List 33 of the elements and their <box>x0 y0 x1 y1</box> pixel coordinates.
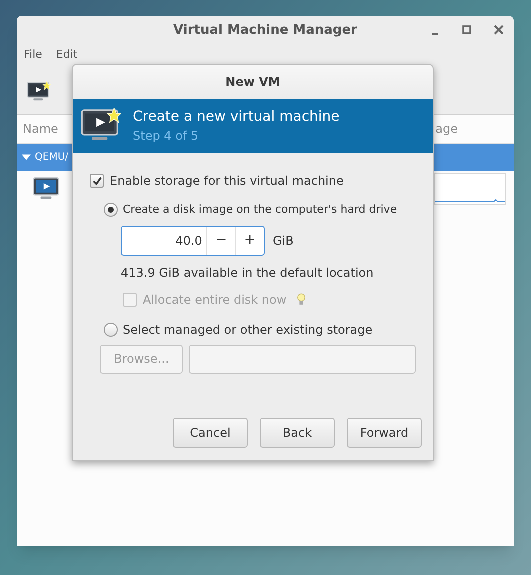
dialog-button[interactable]: Back <box>260 418 335 448</box>
storage-path-field[interactable] <box>189 344 416 374</box>
unit-label: GiB <box>273 232 294 250</box>
checkbox[interactable] <box>90 174 104 188</box>
new-vm-icon <box>27 81 51 103</box>
menu-item[interactable]: Edit <box>56 46 78 64</box>
radio-button[interactable] <box>104 322 118 336</box>
column-header: age <box>436 121 458 138</box>
banner-title: Create a new virtual machine <box>133 108 340 127</box>
dialog-button[interactable]: Forward <box>347 418 422 448</box>
checkbox-label: Enable storage for this virtual machine <box>110 173 344 190</box>
size-spinner[interactable]: 40.0 − + <box>121 226 265 256</box>
size-field[interactable]: 40.0 <box>122 226 206 254</box>
banner-subtitle: Step 4 of 5 <box>133 128 200 145</box>
vm-icon <box>33 176 61 202</box>
radio-button[interactable] <box>104 203 118 218</box>
dialog-button[interactable]: Cancel <box>173 418 248 448</box>
expander-icon[interactable] <box>22 153 31 162</box>
menu-item[interactable]: File <box>24 46 42 64</box>
group-label: QEMU/ <box>35 151 69 165</box>
available-space-text: 413.9 GiB available in the default location <box>121 264 375 282</box>
decrement-button[interactable]: − <box>206 226 236 254</box>
checkbox-label: Allocate entire disk now <box>143 292 287 308</box>
window-title: Virtual Machine Manager <box>174 22 358 40</box>
column-header: Name <box>23 121 58 138</box>
close-icon[interactable] <box>494 25 504 35</box>
lightbulb-icon <box>296 293 306 306</box>
radio-label: Create a disk image on the computer's hard drive <box>123 202 398 218</box>
usage-graph <box>434 173 506 205</box>
dialog-title: New VM <box>226 74 280 91</box>
radio-label: Select managed or other existing storage <box>123 322 373 338</box>
increment-button[interactable]: + <box>235 226 264 254</box>
maximize-icon[interactable] <box>462 25 472 35</box>
